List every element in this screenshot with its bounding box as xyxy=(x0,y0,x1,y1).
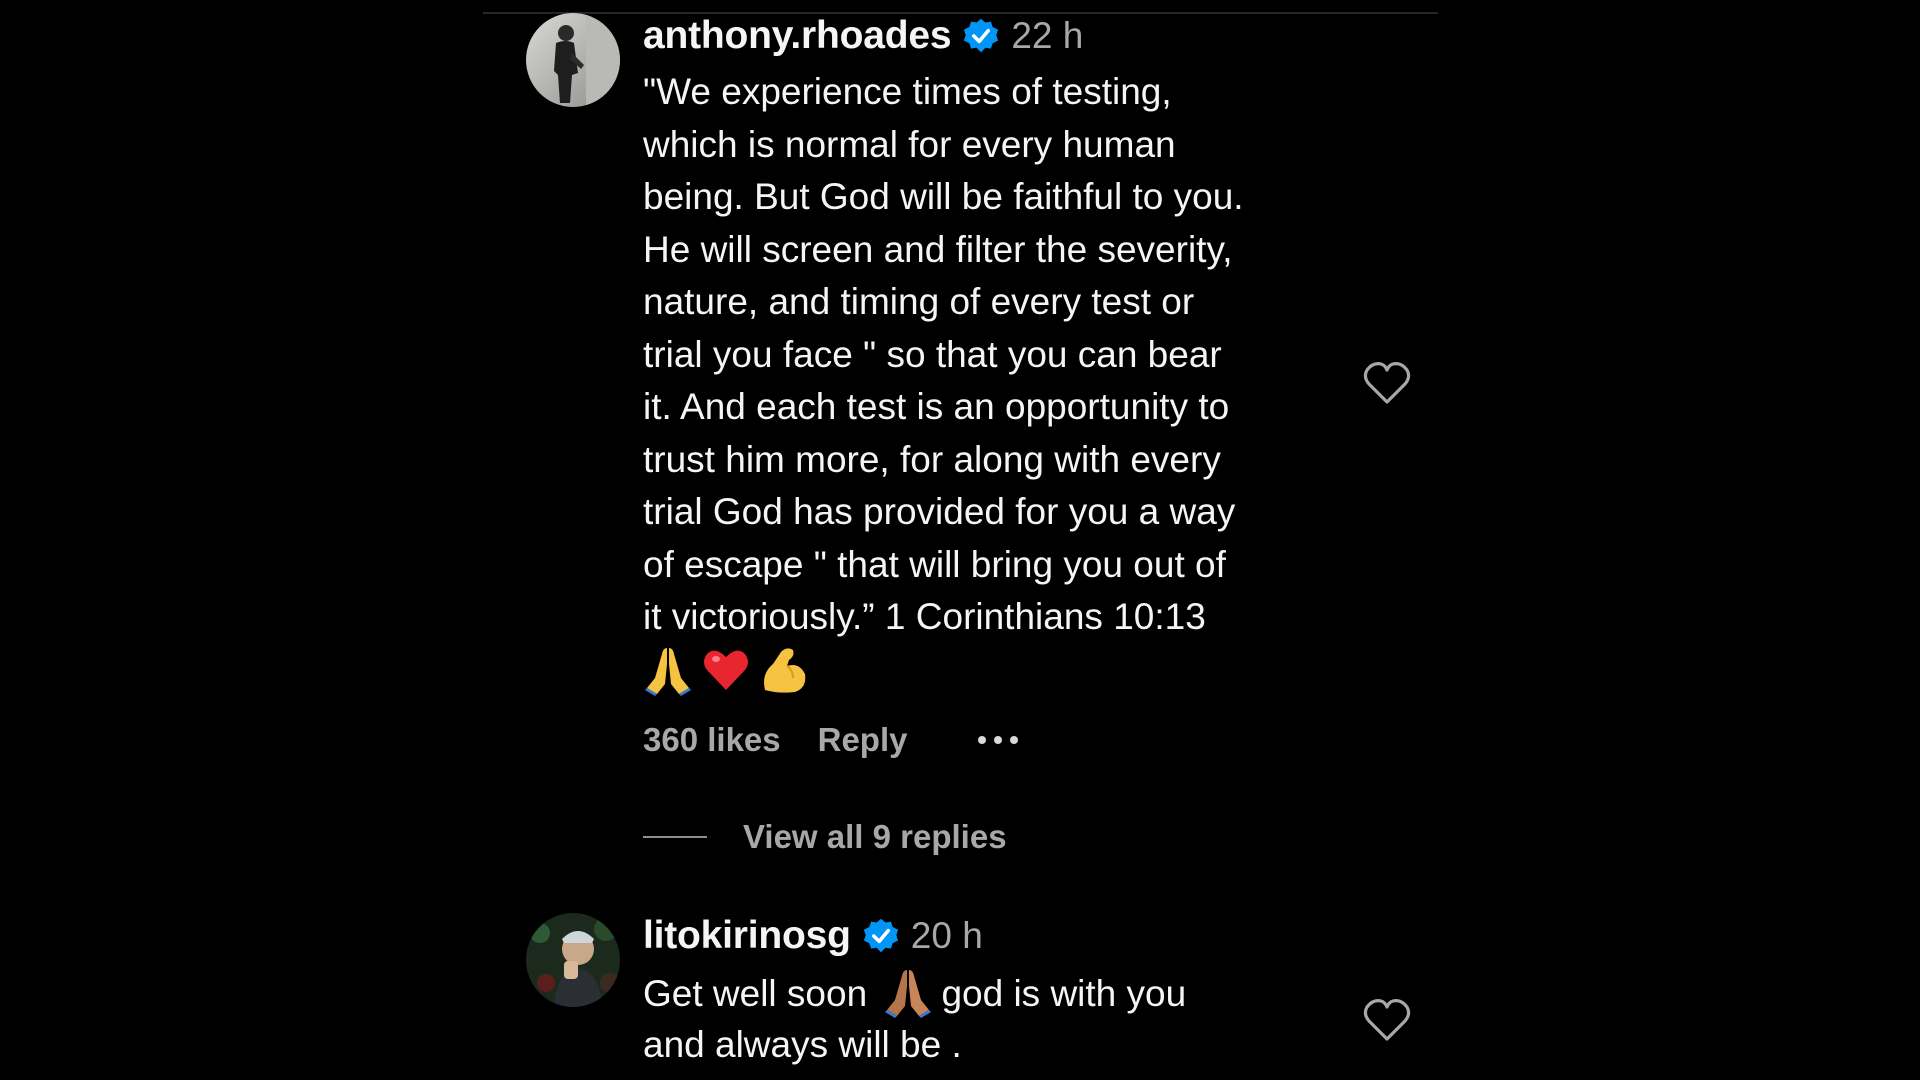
comment-text-line: which is normal for every human xyxy=(643,123,1176,165)
comment-text-line: trust him more, for along with every xyxy=(643,438,1221,480)
timestamp: 22 h xyxy=(1011,15,1084,56)
timestamp: 20 h xyxy=(910,915,983,956)
flexed-biceps-icon xyxy=(759,644,809,696)
comments-panel: anthony.rhoades 22 h "We experience time… xyxy=(483,0,1438,1080)
comment-text-part: Get well soon xyxy=(643,973,868,1014)
avatar[interactable] xyxy=(526,913,620,1007)
comment-text-line: and always will be . xyxy=(643,1023,962,1065)
comment-header: litokirinosg 20 h xyxy=(643,914,983,958)
verified-badge-icon xyxy=(863,918,899,954)
comment-text-line: it. And each test is an opportunity to xyxy=(643,386,1230,427)
username[interactable]: anthony.rhoades xyxy=(643,14,952,58)
comment-text-line: of escape " that will bring you out of xyxy=(643,543,1226,585)
emoji-line xyxy=(643,644,1244,697)
like-heart-icon[interactable] xyxy=(1361,360,1413,406)
comment-text-line: He will screen and filter the severity, xyxy=(643,228,1233,270)
comment-text-part: god is with you xyxy=(941,973,1187,1014)
comment-text-line: nature, and timing of every test or xyxy=(643,281,1195,322)
comment-text: "We experience times of testing, which i… xyxy=(643,66,1244,696)
verified-badge-icon xyxy=(963,18,999,54)
comment-actions: 360 likes Reply xyxy=(643,720,1018,760)
username[interactable]: litokirinosg xyxy=(643,914,851,958)
comment-header: anthony.rhoades 22 h xyxy=(643,14,1083,58)
likes-count[interactable]: 360 likes xyxy=(643,721,781,759)
comment-text: Get well soon god is with you and always… xyxy=(643,966,1186,1071)
comment-text-line: it victoriously.” 1 Corinthians 10:13 xyxy=(643,596,1206,637)
comment-text-line: Get well soon god is with you xyxy=(643,966,1186,1019)
folded-hands-icon xyxy=(643,644,693,696)
like-heart-icon[interactable] xyxy=(1361,997,1413,1043)
more-options-icon[interactable] xyxy=(977,720,1018,760)
reply-button[interactable]: Reply xyxy=(818,721,908,759)
folded-hands-icon xyxy=(883,966,933,1018)
divider xyxy=(643,836,707,838)
view-replies-label[interactable]: View all 9 replies xyxy=(743,818,1007,856)
comment-text-line: trial God has provided for you a way xyxy=(643,491,1236,532)
view-replies-button[interactable]: View all 9 replies xyxy=(643,818,1007,856)
comment-text-line: trial you face " so that you can bear xyxy=(643,333,1222,375)
avatar[interactable] xyxy=(526,13,620,107)
red-heart-icon xyxy=(701,644,751,696)
comment-text-line: "We experience times of testing, xyxy=(643,71,1172,112)
comment-text-line: being. But God will be faithful to you. xyxy=(643,176,1244,217)
